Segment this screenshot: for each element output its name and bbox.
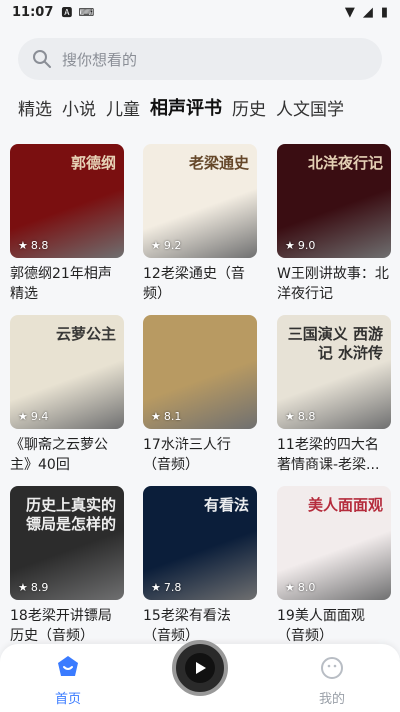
rating-value: 8.8 xyxy=(297,410,316,423)
nav-home[interactable]: 首页 xyxy=(40,654,96,707)
star-icon: ★ xyxy=(18,581,28,594)
star-icon: ★ xyxy=(151,581,161,594)
album-cover: 老梁通史 ★ 9.2 xyxy=(143,144,257,258)
cover-title-art: 郭德纲 xyxy=(70,154,116,172)
album-title: 17水浒三人行（音频） xyxy=(143,437,231,473)
album-card[interactable]: 郭德纲 ★ 8.8 郭德纲21年相声精选 xyxy=(10,144,124,304)
rating-value: 9.0 xyxy=(297,239,316,252)
rating-badge: ★ 7.8 xyxy=(151,581,181,594)
play-icon xyxy=(196,662,206,674)
cover-title-art: 有看法 xyxy=(203,496,249,514)
album-cover: ★ 8.1 xyxy=(143,315,257,429)
album-title: 18老梁开讲镖局历史（音频） xyxy=(10,608,112,644)
rating-badge: ★ 9.0 xyxy=(285,239,315,252)
rating-value: 8.9 xyxy=(30,581,49,594)
rating-badge: ★ 8.1 xyxy=(151,410,181,423)
album-cover: 历史上真实的镖局是怎样的 ★ 8.9 xyxy=(10,486,124,600)
star-icon: ★ xyxy=(151,410,161,423)
album-title: 12老梁通史（音频） xyxy=(143,266,245,302)
notification-a-icon: 🅰 xyxy=(61,6,73,19)
battery-icon: ▮ xyxy=(380,4,388,20)
album-card[interactable]: 历史上真实的镖局是怎样的 ★ 8.9 18老梁开讲镖局历史（音频） xyxy=(10,486,124,646)
album-cover: 北洋夜行记 ★ 9.0 xyxy=(277,144,391,258)
search-bar[interactable]: 搜你想看的 xyxy=(18,38,382,80)
album-title: W王刚讲故事：北洋夜行记 xyxy=(277,266,389,302)
mini-player-button[interactable] xyxy=(172,640,228,696)
rating-badge: ★ 8.0 xyxy=(285,581,315,594)
album-title: 19美人面面观（音频） xyxy=(277,608,365,644)
cover-title-art: 三国演义 西游记 水浒传 xyxy=(287,325,383,362)
cover-title-art: 历史上真实的镖局是怎样的 xyxy=(25,496,116,533)
rating-badge: ★ 9.2 xyxy=(151,239,181,252)
album-cover: 三国演义 西游记 水浒传 ★ 8.8 xyxy=(277,315,391,429)
rating-value: 7.8 xyxy=(163,581,182,594)
star-icon: ★ xyxy=(285,410,295,423)
nav-home-label: 首页 xyxy=(54,692,81,707)
tab-history[interactable]: 历史 xyxy=(232,95,266,126)
album-title: 《聊斋之云萝公主》40回 xyxy=(10,437,108,473)
album-title: 11老梁的四大名著情商课-老梁... xyxy=(277,437,380,473)
nav-me[interactable]: 我的 xyxy=(304,656,360,707)
tab-children[interactable]: 儿童 xyxy=(106,95,140,126)
album-card[interactable]: 三国演义 西游记 水浒传 ★ 8.8 11老梁的四大名著情商课-老梁... xyxy=(277,315,391,475)
home-icon xyxy=(58,656,78,676)
cover-title-art: 北洋夜行记 xyxy=(307,154,383,172)
album-card[interactable]: 北洋夜行记 ★ 9.0 W王刚讲故事：北洋夜行记 xyxy=(277,144,391,304)
star-icon: ★ xyxy=(285,239,295,252)
profile-icon xyxy=(321,657,343,679)
album-cover: 郭德纲 ★ 8.8 xyxy=(10,144,124,258)
tab-featured[interactable]: 精选 xyxy=(18,95,52,126)
cover-title-art: 美人面面观 xyxy=(307,496,383,514)
rating-badge: ★ 8.8 xyxy=(285,410,315,423)
star-icon: ★ xyxy=(151,239,161,252)
star-icon: ★ xyxy=(18,410,28,423)
rating-value: 8.0 xyxy=(297,581,316,594)
search-icon xyxy=(33,50,51,68)
signal-icon: ◢ xyxy=(362,4,373,20)
star-icon: ★ xyxy=(18,239,28,252)
star-icon: ★ xyxy=(285,581,295,594)
tab-novel[interactable]: 小说 xyxy=(62,95,96,126)
keyboard-icon: ⌨ xyxy=(78,5,95,19)
album-card[interactable]: 云萝公主 ★ 9.4 《聊斋之云萝公主》40回 xyxy=(10,315,124,475)
search-placeholder: 搜你想看的 xyxy=(62,50,138,69)
tab-humanities[interactable]: 人文国学 xyxy=(276,95,344,126)
album-title: 郭德纲21年相声精选 xyxy=(10,266,112,302)
nav-me-label: 我的 xyxy=(318,692,345,707)
tab-crosstalk[interactable]: 相声评书 xyxy=(150,94,222,126)
album-cover: 有看法 ★ 7.8 xyxy=(143,486,257,600)
rating-value: 9.2 xyxy=(163,239,182,252)
album-cover: 云萝公主 ★ 9.4 xyxy=(10,315,124,429)
rating-value: 9.4 xyxy=(30,410,49,423)
rating-badge: ★ 8.8 xyxy=(18,239,48,252)
album-card[interactable]: 美人面面观 ★ 8.0 19美人面面观（音频） xyxy=(277,486,391,646)
rating-badge: ★ 8.9 xyxy=(18,581,48,594)
rating-value: 8.1 xyxy=(163,410,182,423)
album-card[interactable]: 老梁通史 ★ 9.2 12老梁通史（音频） xyxy=(143,144,257,304)
cover-title-art: 云萝公主 xyxy=(55,325,116,343)
album-cover: 美人面面观 ★ 8.0 xyxy=(277,486,391,600)
wifi-icon: ▼ xyxy=(344,4,355,20)
category-tabs: 精选 小说 儿童 相声评书 历史 人文国学 xyxy=(0,90,400,126)
rating-badge: ★ 9.4 xyxy=(18,410,48,423)
album-card[interactable]: 有看法 ★ 7.8 15老梁有看法（音频） xyxy=(143,486,257,646)
album-card[interactable]: ★ 8.1 17水浒三人行（音频） xyxy=(143,315,257,475)
cover-title-art: 老梁通史 xyxy=(188,154,249,172)
status-bar: 11:07 🅰 ⌨ ▼ ◢ ▮ xyxy=(0,0,400,24)
rating-value: 8.8 xyxy=(30,239,49,252)
status-time: 11:07 xyxy=(12,4,54,20)
